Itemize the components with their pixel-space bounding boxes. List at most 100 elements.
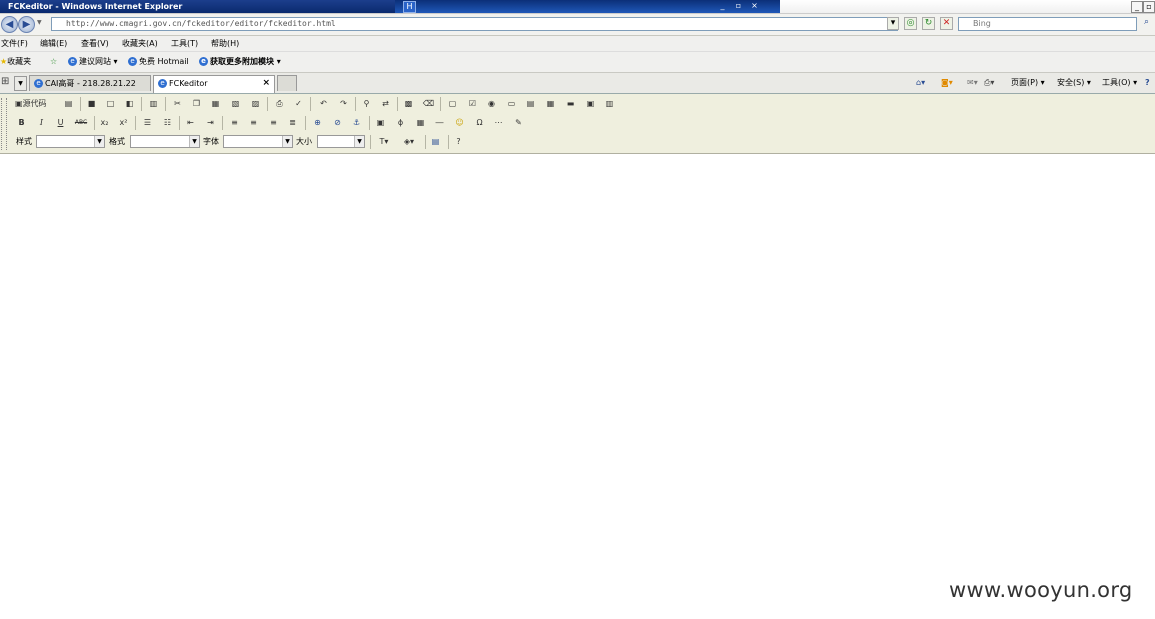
fav-get-addons[interactable]: e 获取更多附加模块 ▾	[199, 57, 281, 67]
select-all-icon[interactable]: ▩	[401, 96, 416, 111]
remove-format-icon[interactable]: ⌫	[421, 96, 436, 111]
style-select[interactable]: ▼	[36, 135, 105, 148]
restore-icon[interactable]: ▫	[733, 1, 744, 11]
doc-props-icon[interactable]: ▤	[61, 96, 76, 111]
paste-icon[interactable]: ▦	[208, 96, 223, 111]
page-break-icon[interactable]: ⋯	[491, 115, 506, 130]
tab-list-icon[interactable]: ▼	[14, 76, 27, 91]
page-menu[interactable]: 页面(P) ▾	[1011, 78, 1045, 88]
menu-tools[interactable]: 工具(T)	[171, 38, 198, 49]
flash-icon[interactable]: ϕ	[393, 115, 408, 130]
outdent-icon[interactable]: ⇤	[183, 115, 198, 130]
print-icon[interactable]: ⎙	[272, 96, 287, 111]
refresh-icon[interactable]: ↻	[922, 17, 935, 30]
smiley-icon[interactable]: ☺	[452, 115, 467, 130]
image-button-icon[interactable]: ▣	[583, 96, 598, 111]
link-icon[interactable]: ⊕	[310, 115, 325, 130]
ordered-list-icon[interactable]: ☰	[140, 115, 155, 130]
forward-icon[interactable]: ▶	[18, 16, 35, 33]
textarea-icon[interactable]: ▤	[523, 96, 538, 111]
source-button[interactable]: ▣源代码	[14, 96, 58, 111]
menu-view[interactable]: 查看(V)	[81, 38, 109, 49]
italic-icon[interactable]: I	[34, 115, 49, 130]
image-icon[interactable]: ▣	[373, 115, 388, 130]
copy-icon[interactable]: ❐	[189, 96, 204, 111]
strikethrough-icon[interactable]: ABC	[72, 115, 90, 130]
align-center-icon[interactable]: ≡	[246, 115, 261, 130]
mail-icon[interactable]: ✉▾	[967, 78, 978, 88]
tab-cai[interactable]: e CAI高哥 - 218.28.21.22	[29, 75, 151, 91]
pin-icon[interactable]: H	[403, 1, 416, 13]
preview-icon[interactable]: ◧	[122, 96, 137, 111]
home-icon[interactable]: ⌂▾	[916, 78, 925, 88]
paste-word-icon[interactable]: ▨	[248, 96, 263, 111]
superscript-icon[interactable]: x²	[116, 115, 131, 130]
anchor-icon[interactable]: ⚓	[349, 115, 364, 130]
close-icon[interactable]: ×	[749, 1, 760, 11]
underline-icon[interactable]: U	[53, 115, 68, 130]
new-tab-button[interactable]	[277, 75, 297, 91]
stop-icon[interactable]: ✕	[940, 17, 953, 30]
favorites-button[interactable]: ★收藏夹	[0, 57, 31, 67]
compatibility-icon[interactable]: ◎	[904, 17, 917, 30]
feeds-icon[interactable]: ◙▾	[941, 78, 953, 88]
unlink-icon[interactable]: ⊘	[330, 115, 345, 130]
tools-menu[interactable]: 工具(O) ▾	[1102, 78, 1137, 88]
radio-icon[interactable]: ◉	[484, 96, 499, 111]
indent-icon[interactable]: ⇥	[203, 115, 218, 130]
templates-icon[interactable]: ▥	[146, 96, 161, 111]
fav-suggested-sites[interactable]: e 建议网站 ▾	[68, 57, 118, 67]
find-icon[interactable]: ⚲	[359, 96, 374, 111]
close-tab-icon[interactable]: ×	[262, 76, 270, 91]
subscript-icon[interactable]: x₂	[97, 115, 112, 130]
align-left-icon[interactable]: ≡	[227, 115, 242, 130]
search-input[interactable]: Bing	[958, 17, 1137, 31]
horizontal-rule-icon[interactable]: ―	[432, 115, 447, 130]
url-input[interactable]: http://www.cmagri.gov.cn/fckeditor/edito…	[51, 17, 898, 31]
insert-code-icon[interactable]: ✎	[511, 115, 526, 130]
textfield-icon[interactable]: ▭	[504, 96, 519, 111]
special-char-icon[interactable]: Ω	[472, 115, 487, 130]
add-favorite-icon[interactable]: ☆	[50, 57, 57, 67]
size-select[interactable]: ▼	[317, 135, 365, 148]
unordered-list-icon[interactable]: ☷	[160, 115, 175, 130]
menu-favorites[interactable]: 收藏夹(A)	[122, 38, 158, 49]
font-select[interactable]: ▼	[223, 135, 293, 148]
button-field-icon[interactable]: ▬	[563, 96, 578, 111]
align-right-icon[interactable]: ≡	[266, 115, 281, 130]
cut-icon[interactable]: ✂	[170, 96, 185, 111]
menu-help[interactable]: 帮助(H)	[211, 38, 239, 49]
bold-icon[interactable]: B	[14, 115, 29, 130]
show-blocks-icon[interactable]: ▤	[428, 134, 443, 149]
replace-icon[interactable]: ⇄	[378, 96, 393, 111]
safety-menu[interactable]: 安全(S) ▾	[1057, 78, 1091, 88]
help-icon[interactable]: ?	[1145, 78, 1150, 88]
undo-icon[interactable]: ↶	[316, 96, 331, 111]
table-icon[interactable]: ▦	[413, 115, 428, 130]
paste-text-icon[interactable]: ▧	[228, 96, 243, 111]
restore-button[interactable]: ▫	[1143, 1, 1155, 13]
spellcheck-icon[interactable]: ✓	[291, 96, 306, 111]
select-field-icon[interactable]: ▦	[543, 96, 558, 111]
minimize-icon[interactable]: _	[717, 1, 728, 11]
save-icon[interactable]: ■	[84, 96, 99, 111]
format-select[interactable]: ▼	[130, 135, 200, 148]
text-color-icon[interactable]: T▾	[374, 134, 394, 149]
back-icon[interactable]: ◀	[1, 16, 18, 33]
history-dropdown-icon[interactable]: ▼	[37, 19, 42, 26]
form-icon[interactable]: ▢	[445, 96, 460, 111]
new-page-icon[interactable]: □	[103, 96, 118, 111]
quick-tabs-icon[interactable]: ⊞	[1, 77, 9, 87]
about-icon[interactable]: ?	[451, 134, 466, 149]
fav-free-hotmail[interactable]: e 免费 Hotmail	[128, 57, 189, 67]
redo-icon[interactable]: ↷	[336, 96, 351, 111]
toolbar-collapse-handle[interactable]	[1, 98, 7, 150]
url-dropdown-icon[interactable]: ▾	[887, 17, 899, 30]
search-icon[interactable]: ⌕	[1140, 17, 1153, 30]
hidden-field-icon[interactable]: ▥	[602, 96, 617, 111]
print-icon[interactable]: ⎙▾	[984, 78, 994, 88]
tab-fckeditor[interactable]: e FCKeditor ×	[153, 75, 275, 93]
bg-color-icon[interactable]: ◈▾	[398, 134, 420, 149]
menu-file[interactable]: 文件(F)	[1, 38, 28, 49]
minimize-button[interactable]: _	[1131, 1, 1143, 13]
